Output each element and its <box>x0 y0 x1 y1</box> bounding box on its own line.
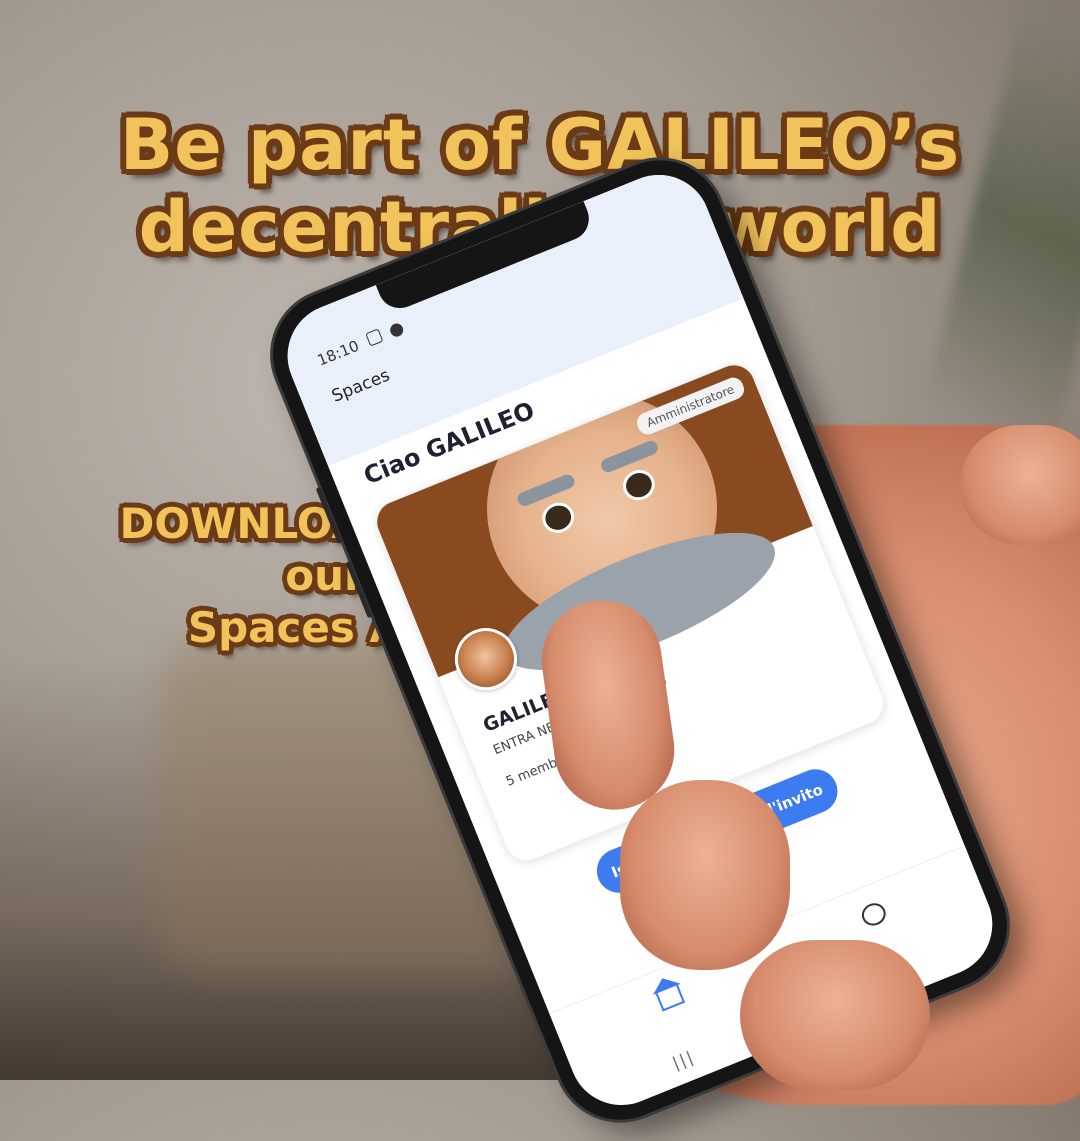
hand-finger <box>620 780 790 970</box>
gallery-icon <box>365 328 384 347</box>
illustration-eye <box>537 497 579 538</box>
illustration-brow <box>599 438 660 475</box>
hand-thumb <box>960 425 1080 545</box>
recent-apps-button[interactable]: ||| <box>670 1047 698 1073</box>
illustration-eye <box>618 465 660 506</box>
illustration-brow <box>515 472 577 509</box>
headline-line-1: Be part of GALILEO’s <box>119 104 961 186</box>
chat-icon[interactable] <box>858 899 890 930</box>
home-icon[interactable] <box>655 983 686 1012</box>
hand-finger <box>740 940 930 1090</box>
